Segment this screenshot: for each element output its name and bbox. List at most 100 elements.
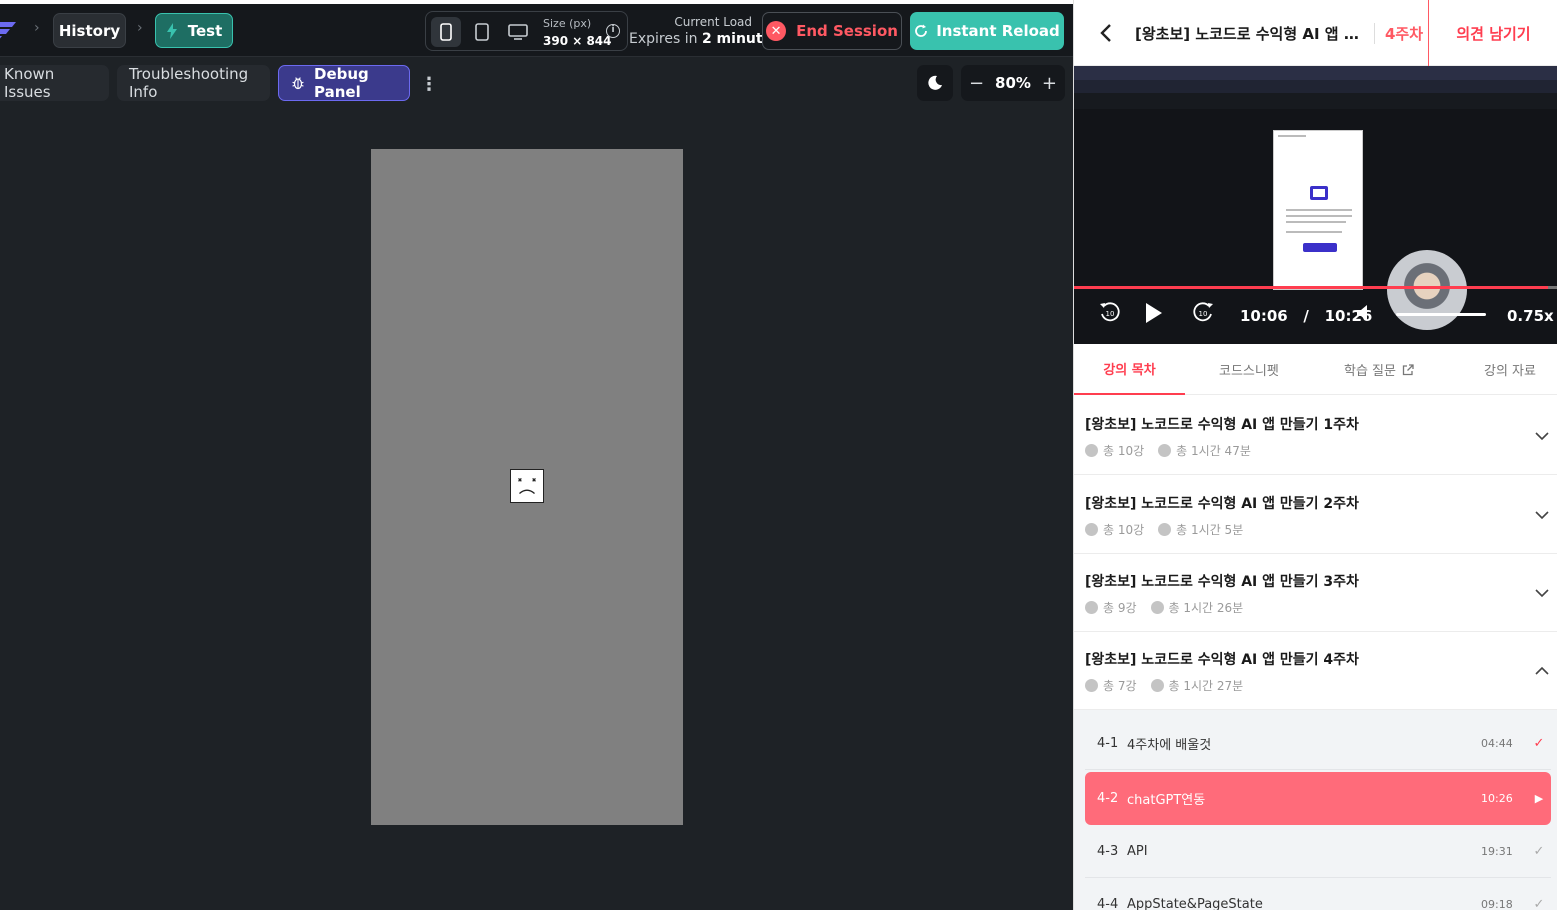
lesson-duration: 10:26 (1481, 792, 1513, 805)
check-icon: ✓ (1533, 896, 1545, 910)
known-issues-label: Known Issues (4, 65, 55, 101)
video-line (1286, 209, 1352, 211)
playback-speed[interactable]: 0.75x (1507, 307, 1554, 325)
lesson-title: 4주차에 배울것 (1127, 737, 1212, 753)
video-line (1286, 221, 1346, 223)
close-circle-icon: ✕ (766, 21, 787, 41)
instant-reload-button[interactable]: Instant Reload (910, 12, 1064, 50)
desktop-icon (508, 24, 528, 40)
lightning-icon (166, 22, 177, 39)
lesson-count: 총 9강 (1085, 599, 1137, 616)
video-progress-bar[interactable] (1074, 286, 1557, 289)
week-tag: 4주차 (1374, 23, 1423, 44)
history-label: History (58, 21, 121, 40)
bug-icon (292, 77, 304, 90)
theme-toggle-button[interactable] (917, 65, 953, 101)
tab-code-snippets[interactable]: 코드스니펫 (1219, 344, 1279, 395)
lesson-number: 4-2 (1097, 791, 1119, 806)
section-time-text: 총 1시간 26분 (1168, 601, 1244, 615)
volume-slider[interactable] (1396, 313, 1486, 316)
chat-icon (1310, 186, 1328, 200)
instant-reload-label: Instant Reload (936, 22, 1060, 40)
course-viewer: [왕초보] 노코드로 수익형 AI 앱 만... 4주차 의견 남기기 10 1… (1073, 0, 1557, 910)
section-week-4[interactable]: [왕초보] 노코드로 수익형 AI 앱 만들기 4주차 총 7강 총 1시간 2… (1074, 631, 1557, 710)
clock-icon (1158, 444, 1172, 457)
section-title: [왕초보] 노코드로 수익형 AI 앱 만들기 1주차 (1085, 417, 1359, 433)
phone-device-button[interactable] (431, 17, 461, 47)
test-mode-button[interactable]: Test (155, 13, 233, 48)
back-arrow-icon[interactable] (1096, 22, 1118, 44)
section-time-text: 총 1시간 27분 (1168, 679, 1244, 693)
lesson-item[interactable]: 4-3 API 19:31 ✓ (1085, 825, 1551, 878)
device-preview-canvas[interactable] (371, 149, 683, 825)
video-line (1286, 215, 1352, 217)
size-value: 390 × 844 (543, 34, 612, 48)
debug-panel-button[interactable]: Debug Panel (278, 65, 410, 101)
clock-icon (1158, 523, 1172, 536)
section-meta: 총 10강 총 1시간 47분 (1085, 442, 1251, 459)
chevron-up-icon (1535, 666, 1549, 675)
size-label: Size (px) (543, 17, 592, 30)
section-time-text: 총 1시간 47분 (1176, 444, 1251, 458)
desktop-device-button[interactable] (503, 17, 533, 47)
section-time-text: 총 1시간 5분 (1176, 523, 1244, 537)
video-browser-chrome (1074, 66, 1557, 80)
lesson-item[interactable]: 4-4 AppState&PageState 09:18 ✓ (1085, 878, 1551, 910)
section-week-3[interactable]: [왕초보] 노코드로 수익형 AI 앱 만들기 3주차 총 9강 총 1시간 2… (1074, 553, 1557, 632)
check-icon: ✓ (1533, 735, 1545, 751)
external-link-icon (1402, 363, 1414, 375)
lesson-title: chatGPT연동 (1127, 793, 1206, 808)
current-load-label: Current Load (674, 15, 752, 29)
tablet-device-button[interactable] (467, 17, 497, 47)
feedback-label: 의견 남기기 (1456, 24, 1531, 43)
more-vertical-icon[interactable]: ⋮ (420, 74, 438, 95)
zoom-out-icon[interactable]: − (969, 73, 984, 94)
lesson-count-text: 총 10강 (1103, 523, 1145, 537)
svg-text:10: 10 (1106, 310, 1115, 318)
phone-icon (440, 23, 452, 41)
troubleshooting-info-button[interactable]: Troubleshooting Info (117, 65, 270, 101)
feedback-button[interactable]: 의견 남기기 (1428, 0, 1557, 66)
zoom-in-icon[interactable]: + (1042, 73, 1057, 94)
end-session-button[interactable]: ✕ End Session (762, 12, 902, 50)
lesson-count: 총 7강 (1085, 677, 1137, 694)
known-issues-button[interactable]: Known Issues (0, 65, 109, 101)
expires-prefix: Expires in (629, 31, 702, 47)
lesson-list: 4-1 4주차에 배울것 04:44 ✓ 4-2 chatGPT연동 10:26… (1074, 710, 1557, 910)
forward-10-icon[interactable]: 10 (1191, 300, 1215, 324)
video-address-bar (1074, 80, 1557, 93)
chevron-down-icon (1535, 589, 1549, 598)
section-title: [왕초보] 노코드로 수익형 AI 앱 만들기 2주차 (1085, 496, 1359, 512)
video-phone-preview (1273, 130, 1363, 290)
section-meta: 총 7강 총 1시간 27분 (1085, 677, 1243, 694)
volume-icon[interactable] (1357, 304, 1369, 322)
tab-materials[interactable]: 강의 자료 (1484, 344, 1536, 395)
info-icon[interactable]: i (606, 24, 620, 38)
lesson-item-current[interactable]: 4-2 chatGPT연동 10:26 ▶ (1085, 772, 1551, 825)
tab-curriculum[interactable]: 강의 목차 (1074, 344, 1185, 395)
current-time: 10:06 (1240, 307, 1288, 325)
tab-questions[interactable]: 학습 질문 (1344, 344, 1414, 395)
device-selector: Size (px) 390 × 844 i (425, 11, 628, 51)
section-week-1[interactable]: [왕초보] 노코드로 수익형 AI 앱 만들기 1주차 총 10강 총 1시간 … (1074, 396, 1557, 475)
refresh-icon (915, 24, 928, 37)
video-player[interactable]: 10 10 10:06 / 10:26 0.75x (1074, 66, 1557, 344)
tab-label: 강의 자료 (1484, 364, 1536, 379)
lesson-number: 4-3 (1097, 843, 1119, 859)
section-meta: 총 10강 총 1시간 5분 (1085, 521, 1243, 538)
chevron-down-icon (1535, 432, 1549, 441)
lesson-duration: 09:18 (1481, 897, 1513, 910)
zoom-value: 80% (995, 74, 1031, 92)
tab-label: 코드스니펫 (1219, 364, 1279, 379)
play-icon[interactable] (1144, 302, 1164, 324)
section-week-2[interactable]: [왕초보] 노코드로 수익형 AI 앱 만들기 2주차 총 10강 총 1시간 … (1074, 475, 1557, 554)
rewind-10-icon[interactable]: 10 (1098, 300, 1122, 324)
lesson-title: AppState&PageState (1127, 896, 1263, 910)
flutterflow-logo-icon[interactable] (0, 18, 18, 44)
time-separator: / (1303, 307, 1309, 325)
webcam-overlay (1387, 250, 1467, 330)
lesson-item[interactable]: 4-1 4주차에 배울것 04:44 ✓ (1085, 717, 1551, 770)
lesson-number: 4-4 (1097, 896, 1119, 910)
section-time: 총 1시간 27분 (1150, 677, 1244, 694)
history-button[interactable]: History (53, 13, 126, 48)
